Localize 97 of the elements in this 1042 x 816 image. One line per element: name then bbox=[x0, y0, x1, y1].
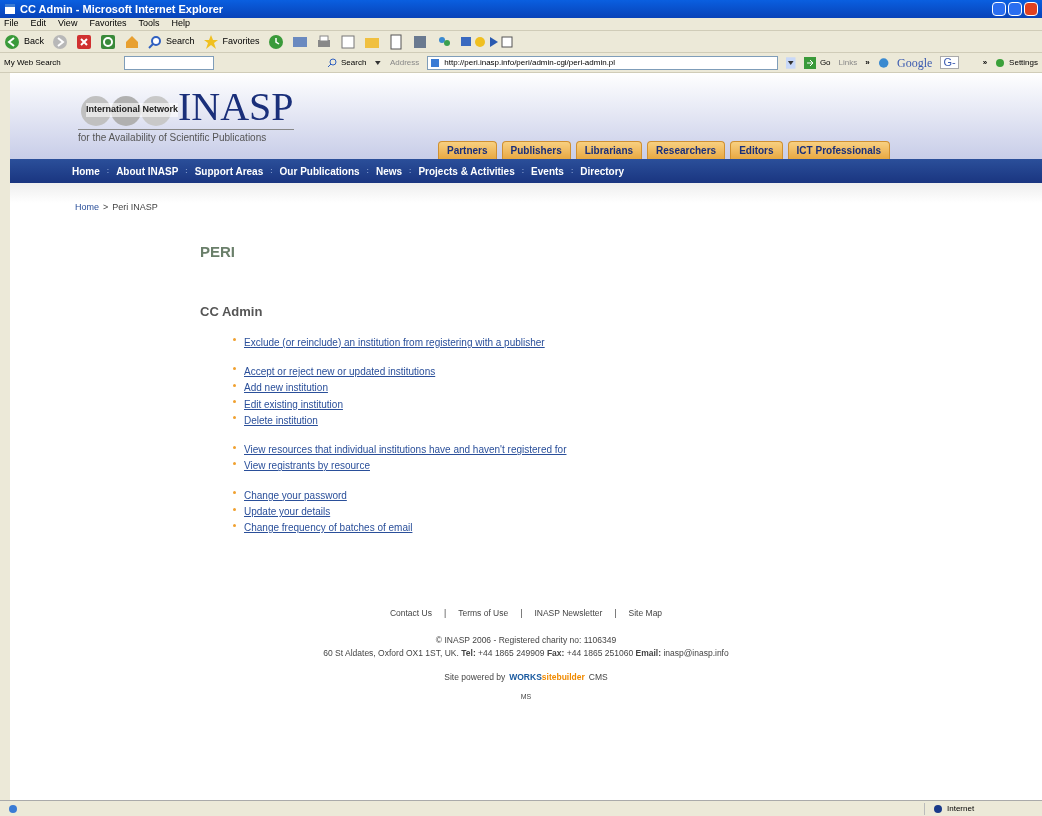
admin-link[interactable]: Change frequency of batches of email bbox=[244, 520, 413, 536]
audience-tab[interactable]: Researchers bbox=[647, 141, 726, 159]
window-title: CC Admin - Microsoft Internet Explorer bbox=[20, 1, 224, 17]
search-icon bbox=[148, 34, 162, 49]
address-label: Address bbox=[389, 56, 420, 69]
admin-link[interactable]: Delete institution bbox=[244, 412, 318, 428]
logo-caption: International Network bbox=[86, 103, 178, 117]
audience-tab[interactable]: Editors bbox=[730, 141, 783, 159]
home-icon[interactable] bbox=[124, 33, 140, 50]
bullet-icon bbox=[233, 461, 236, 465]
web-search-label: My Web Search bbox=[4, 56, 62, 69]
admin-link[interactable]: Add new institution bbox=[244, 380, 328, 396]
media-icons-drawing[interactable] bbox=[459, 34, 514, 49]
nav-link[interactable]: Projects & Activities bbox=[418, 163, 515, 179]
go-arrow-icon bbox=[803, 56, 816, 69]
audience-tab[interactable]: Partners bbox=[438, 141, 497, 159]
close-button[interactable] bbox=[1024, 2, 1038, 16]
nav-link[interactable]: Directory bbox=[580, 163, 625, 179]
admin-link[interactable]: View resources that individual institutions have and haven't registered for bbox=[244, 442, 567, 458]
globe-icon bbox=[933, 803, 943, 814]
nav-link[interactable]: Our Publications bbox=[279, 163, 360, 179]
powered-by-text: Site powered by bbox=[444, 671, 506, 684]
bullet-icon bbox=[233, 367, 236, 371]
go-button[interactable]: Go bbox=[803, 56, 831, 69]
admin-link[interactable]: Update your details bbox=[244, 504, 331, 519]
back-button[interactable]: Back bbox=[4, 33, 44, 50]
bullet-icon bbox=[233, 445, 236, 449]
minimize-button[interactable] bbox=[992, 2, 1006, 16]
footer-separator: | bbox=[614, 607, 617, 620]
breadcrumb-link[interactable]: Home bbox=[75, 201, 99, 215]
menu-item[interactable]: Edit bbox=[30, 17, 47, 31]
section-title: CC Admin bbox=[200, 302, 264, 321]
breadcrumb-separator: > bbox=[103, 201, 109, 214]
menu-item[interactable]: Help bbox=[171, 17, 190, 31]
google-button[interactable]: G- bbox=[940, 56, 959, 69]
page-icon[interactable] bbox=[387, 33, 404, 50]
web-search-button[interactable]: Search bbox=[327, 56, 367, 69]
bullet-icon bbox=[233, 400, 236, 404]
menu-item[interactable]: Favorites bbox=[89, 17, 127, 31]
address-field[interactable]: http://peri.inasp.info/peri/admin-cgi/peri-admin.pl bbox=[427, 55, 779, 70]
stop-icon[interactable] bbox=[76, 33, 92, 50]
address-url: http://peri.inasp.info/peri/admin-cgi/peri-admin.pl bbox=[444, 56, 616, 69]
menu-item[interactable]: File bbox=[4, 17, 19, 31]
menu-item[interactable]: Tools bbox=[138, 17, 160, 31]
cms-brand-logo: WORKSsitebuilder bbox=[509, 671, 585, 684]
footer-link[interactable]: Terms of Use bbox=[458, 607, 509, 620]
dropdown-icon[interactable] bbox=[786, 56, 796, 69]
chevron-button[interactable]: » bbox=[982, 56, 988, 69]
settings-button[interactable]: Settings bbox=[995, 56, 1038, 69]
search-icon bbox=[327, 57, 338, 68]
footer-separator: | bbox=[443, 607, 447, 620]
circle-icon bbox=[995, 57, 1006, 68]
footer-link[interactable]: Site Map bbox=[628, 607, 663, 620]
browser-icon bbox=[4, 3, 16, 15]
contact-address: 60 St Aldates, Oxford OX1 1ST, UK. Tel: +44 1865 249909 Fax: +44 1865 251060 Email: inasp@inasp.info bbox=[323, 646, 729, 660]
print-icon[interactable] bbox=[315, 33, 332, 50]
bullet-icon bbox=[233, 338, 236, 342]
bullet-icon bbox=[233, 416, 236, 420]
menu-item[interactable]: View bbox=[58, 17, 78, 31]
admin-link[interactable]: Exclude (or reinclude) an institution from registering with a publisher bbox=[244, 334, 545, 350]
audience-tab[interactable]: Librarians bbox=[575, 141, 643, 159]
admin-link[interactable]: View registrants by resource bbox=[244, 458, 370, 474]
nav-link[interactable]: Home bbox=[72, 163, 100, 179]
cms-label: CMS bbox=[588, 671, 608, 684]
security-zone-label: Internet bbox=[947, 802, 975, 815]
dropdown-icon[interactable] bbox=[374, 58, 382, 67]
page-status-icon bbox=[8, 803, 18, 814]
footer-link[interactable]: Contact Us bbox=[389, 607, 432, 620]
admin-link[interactable]: Change your password bbox=[244, 487, 347, 503]
admin-link[interactable]: Accept or reject new or updated institutions bbox=[244, 363, 436, 379]
breadcrumb-current: Peri INASP bbox=[112, 201, 158, 214]
bullet-icon bbox=[233, 507, 236, 511]
bullet-icon bbox=[233, 523, 236, 527]
admin-link[interactable]: Edit existing institution bbox=[244, 396, 343, 412]
search-button[interactable]: Search bbox=[148, 34, 195, 49]
footer-link[interactable]: INASP Newsletter bbox=[534, 607, 603, 620]
audience-tab[interactable]: Publishers bbox=[501, 141, 571, 159]
page-icon bbox=[430, 57, 441, 68]
site-tagline: for the Availability of Scientific Publications bbox=[78, 129, 294, 145]
audience-tab[interactable]: ICT Professionals bbox=[787, 141, 891, 159]
nav-link[interactable]: About INASP bbox=[116, 163, 179, 179]
bullet-icon bbox=[233, 383, 236, 387]
site-logo-text: INASP bbox=[178, 87, 294, 127]
chevron-button[interactable]: » bbox=[865, 56, 870, 69]
page-title: PERI bbox=[200, 242, 236, 262]
nav-link[interactable]: Support Areas bbox=[194, 163, 264, 179]
google-label: Google bbox=[897, 54, 933, 72]
bullet-icon bbox=[233, 491, 236, 495]
history-icon[interactable] bbox=[267, 33, 284, 50]
web-search-field[interactable] bbox=[123, 55, 215, 70]
nav-link[interactable]: Events bbox=[531, 163, 564, 179]
favorites-button[interactable]: Favorites bbox=[202, 33, 260, 50]
copyright-text: © INASP 2006 - Registered charity no: 1106349 bbox=[435, 633, 617, 647]
nav-link[interactable]: News bbox=[375, 163, 403, 179]
footer-separator: | bbox=[520, 607, 523, 620]
star-icon bbox=[202, 33, 219, 50]
maximize-button[interactable] bbox=[1008, 2, 1022, 16]
